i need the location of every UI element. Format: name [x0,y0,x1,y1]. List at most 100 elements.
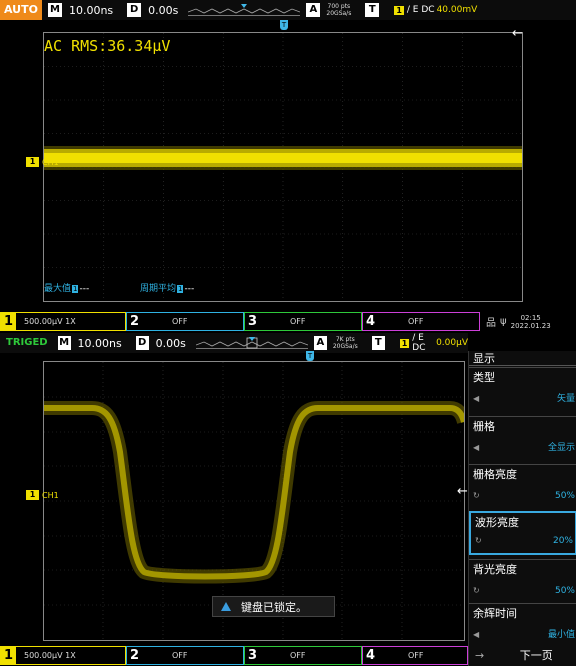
trigger-position-marker[interactable]: T [306,351,314,361]
meas-cyc-source: 1 [177,285,184,293]
trigger-source-badge: 1 [399,338,410,348]
channel-2-box[interactable]: 2 OFF [126,646,244,665]
channel-2-number: 2 [129,648,140,663]
rotary-knob-icon: ↻ [473,586,480,595]
menu-item-value: 20% [552,536,573,546]
channel-4-box[interactable]: 4 OFF [362,646,468,665]
top-scope-screen: AUTO M 10.00ns D 0.00s A 700 pts 20GSa/s … [0,0,576,333]
menu-item-backlight[interactable]: 背光亮度 ↻ 50% [469,559,576,603]
channel-1-scale: 500.00µV 1X [24,651,76,660]
meas-max-label: 最大值 [44,284,72,294]
waveform-persistence [44,401,464,584]
left-triangle-icon: ◀ [473,394,480,403]
points-count: 700 pts [327,3,351,10]
channel-4-box[interactable]: 4 OFF [362,312,480,331]
run-mode-badge[interactable]: TRIGED [2,333,52,353]
ch1-offset-marker[interactable]: 1 [26,490,39,500]
channel-1-box[interactable]: 1 500.00µV 1X [0,646,126,665]
trigger-type: / E DC [412,333,426,353]
meas-max-value: --- [79,284,90,294]
memory-overview-icon [195,337,309,349]
channel-1-number: 1 [1,313,16,330]
rotary-knob-icon: ↻ [473,491,480,500]
points-count: 7K pts [335,336,355,343]
delay-value[interactable]: 0.00s [148,4,178,17]
channel-3-state: OFF [290,317,306,326]
menu-item-value: 矢量 [556,394,575,404]
trigger-label: T [365,3,380,17]
memory-overview-icon [188,4,301,16]
noise-band-core [44,153,522,163]
channel-2-state: OFF [172,317,188,326]
arrow-right-icon: → [475,649,485,662]
main-timebase-label: M [47,3,62,17]
timebase-value[interactable]: 10.00ns [78,337,122,350]
menu-item-persistence[interactable]: 余辉时间 ◀ 最小值 [469,603,576,647]
status-bar: TRIGED M 10.00ns D 0.00s A 7K pts 20GSa/s… [0,333,468,353]
menu-item-label: 栅格亮度 [473,468,517,481]
menu-item-grid-brightness[interactable]: 栅格亮度 ↻ 50% [469,464,576,508]
measurement-cycle-avg: 周期平均 1 --- [140,281,194,294]
trigger-info[interactable]: 1 / E DC 0.00µV [397,333,468,353]
ac-rms-readout: AC RMS:36.34µV [44,37,171,55]
ch1-offset-marker[interactable]: 1 [26,157,39,167]
menu-item-type[interactable]: 类型 ◀ 矢量 [469,367,576,411]
channel-bar: 1 500.00µV 1X 2 OFF 3 OFF 4 OFF [0,646,468,665]
sample-info: 7K pts 20GSa/s [333,336,358,350]
delay-label: D [127,3,142,17]
sample-info: 700 pts 20GSa/s [326,3,351,17]
channel-1-box[interactable]: 1 500.00µV 1X [0,312,126,331]
keyboard-locked-toast: 键盘已锁定。 [212,596,335,617]
channel-2-box[interactable]: 2 OFF [126,312,244,331]
run-mode-badge[interactable]: AUTO [0,0,42,20]
trigger-info[interactable]: 1 / E DC 40.00mV [391,5,477,15]
meas-max-source: 1 [72,285,79,293]
measurement-max: 最大值 1 --- [44,281,89,294]
channel-1-scale: 500.00µV 1X [24,317,76,326]
sample-rate: 20GSa/s [332,343,358,350]
rotary-knob-icon: ↻ [475,536,482,545]
menu-item-label: 余辉时间 [473,607,517,620]
menu-item-grid[interactable]: 栅格 ◀ 全显示 [469,416,576,460]
channel-3-box[interactable]: 3 OFF [244,646,362,665]
meas-cyc-label: 周期平均 [140,284,177,294]
channel-4-state: OFF [408,317,424,326]
menu-item-label: 栅格 [473,420,495,433]
trigger-level-arrow-icon[interactable]: ← [512,26,523,41]
bottom-scope-screen: TRIGED M 10.00ns D 0.00s A 7K pts 20GSa/s… [0,333,576,666]
menu-item-value: 全显示 [547,443,575,453]
left-triangle-icon: ◀ [473,443,480,452]
toast-text: 键盘已锁定。 [241,600,307,614]
status-bar: AUTO M 10.00ns D 0.00s A 700 pts 20GSa/s … [0,0,576,20]
delay-label: D [135,336,149,350]
channel-3-box[interactable]: 3 OFF [244,312,362,331]
left-triangle-icon: ◀ [473,630,480,639]
delay-value[interactable]: 0.00s [156,337,186,350]
trigger-level-arrow-icon[interactable]: ← [457,484,468,499]
channel-3-state: OFF [290,651,306,660]
trigger-source-badge: 1 [394,5,404,15]
channel-1-number: 1 [1,647,16,664]
trigger-level: 40.00mV [436,5,478,15]
channel-bar: 1 500.00µV 1X 2 OFF 3 OFF 4 OFF 品 ψ 02:1… [0,312,576,331]
sample-rate: 20GSa/s [326,10,352,17]
grid-lines [44,33,522,301]
menu-item-value: 50% [554,491,575,501]
menu-item-label: 波形亮度 [475,516,519,529]
trigger-position-marker[interactable]: T [280,20,288,30]
waveform-grid[interactable] [43,32,523,302]
display-menu: 显示 类型 ◀ 矢量 栅格 ◀ 全显示 栅格亮度 ↻ 50% 波形亮度 ↻ 20% 背光… [468,351,576,666]
main-timebase-label: M [57,336,71,350]
next-page-button[interactable]: → 下一页 [469,646,576,666]
trigger-label: T [371,336,385,350]
clock-time: 02:15 [520,313,541,322]
ch1-label: CH1 [42,491,59,500]
channel-3-number: 3 [247,314,258,329]
channel-3-number: 3 [247,648,258,663]
menu-item-waveform-brightness[interactable]: 波形亮度 ↻ 20% [469,511,576,555]
channel-2-number: 2 [129,314,140,329]
timebase-value[interactable]: 10.00ns [69,4,113,17]
clock-date: 2022.01.23 [510,321,551,330]
channel-4-number: 4 [365,314,376,329]
channel-4-state: OFF [408,651,424,660]
